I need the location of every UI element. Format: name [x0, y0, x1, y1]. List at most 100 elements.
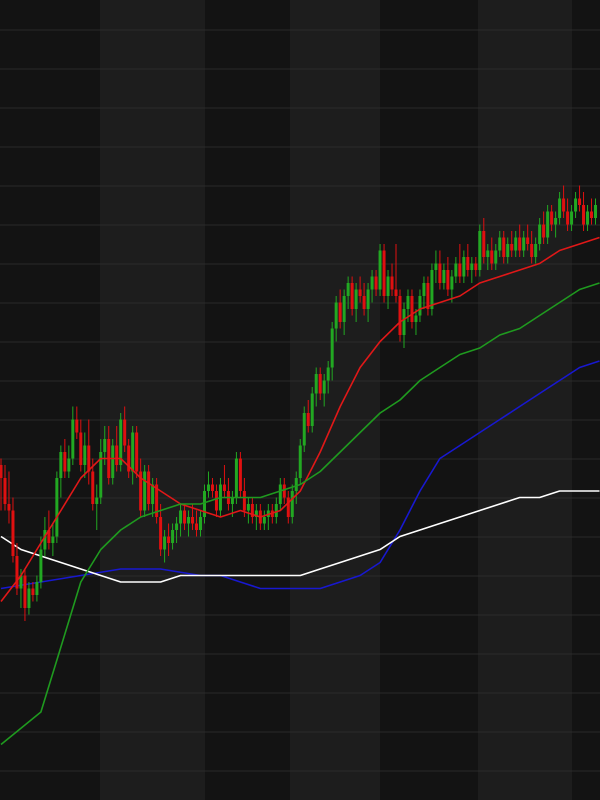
candle-body	[582, 205, 586, 225]
candle-body	[131, 432, 135, 472]
candle	[234, 452, 238, 504]
candle-body	[111, 445, 115, 478]
candle-body	[454, 263, 458, 277]
candle-body	[59, 452, 63, 478]
candle-body	[418, 296, 422, 316]
candle	[382, 244, 386, 303]
candle-body	[526, 237, 530, 244]
candle-body	[163, 536, 167, 550]
candle-body	[318, 374, 322, 394]
candle	[155, 478, 159, 524]
candle-body	[378, 250, 382, 290]
candle-body	[51, 536, 55, 543]
vertical-band	[290, 0, 380, 800]
candle-body	[79, 432, 83, 465]
candle-body	[482, 231, 486, 257]
candle-body	[566, 211, 570, 225]
candle-body	[458, 263, 462, 277]
candle-body	[147, 471, 151, 504]
candle-body	[410, 296, 414, 322]
candle-body	[346, 283, 350, 296]
candle-body	[306, 413, 310, 426]
candle-body	[135, 432, 139, 472]
candle-body	[514, 237, 518, 251]
candle-body	[302, 413, 306, 446]
candle	[143, 465, 147, 517]
candle-body	[462, 257, 466, 277]
candle-body	[390, 276, 394, 290]
candle-body	[210, 484, 214, 491]
candle-body	[103, 439, 107, 452]
candle-body	[71, 419, 75, 459]
candle-body	[486, 250, 490, 257]
candle	[298, 439, 302, 485]
candle-body	[222, 484, 226, 491]
candle-body	[314, 374, 318, 394]
candle-body	[167, 536, 171, 543]
candle-body	[506, 244, 510, 257]
candle-body	[594, 205, 598, 218]
vertical-bands	[0, 0, 600, 800]
candle-body	[542, 224, 546, 238]
candle-body	[123, 419, 127, 446]
candle-body	[522, 237, 526, 251]
candle-body	[322, 380, 326, 394]
candle-body	[274, 504, 278, 517]
candle	[111, 439, 115, 485]
candle-body	[0, 465, 3, 478]
candle-body	[115, 445, 119, 465]
candle	[398, 289, 402, 342]
candle-body	[179, 510, 183, 524]
candle-body	[338, 302, 342, 322]
candle-body	[63, 452, 67, 472]
candle-body	[15, 556, 19, 589]
candle-body	[350, 283, 354, 309]
candle-body	[214, 491, 218, 511]
candle-body	[474, 263, 478, 270]
candle-body	[183, 510, 187, 524]
candle-body	[298, 445, 302, 478]
candle-body	[11, 510, 15, 556]
candle-body	[171, 530, 175, 543]
candle-body	[342, 296, 346, 322]
candle-body	[175, 523, 179, 530]
candle-body	[294, 478, 298, 491]
candle	[310, 387, 314, 433]
candle-body	[159, 517, 163, 550]
candle-body	[574, 198, 578, 212]
candle-body	[39, 549, 43, 582]
candle	[147, 465, 151, 511]
price-chart	[0, 0, 600, 800]
candle-body	[191, 517, 195, 524]
candle-body	[286, 497, 290, 517]
candle-body	[470, 263, 474, 270]
candle-body	[242, 491, 246, 511]
candle-body	[187, 517, 191, 524]
candle-body	[406, 296, 410, 309]
candle-body	[230, 497, 234, 504]
candle-body	[430, 270, 434, 309]
candle-body	[394, 289, 398, 296]
candle	[119, 413, 123, 472]
candle-body	[330, 328, 334, 368]
candle-body	[334, 302, 338, 329]
candle-body	[27, 588, 31, 608]
vertical-band	[100, 0, 205, 800]
candle-body	[326, 367, 330, 381]
candle-body	[414, 315, 418, 322]
candle-body	[490, 250, 494, 264]
candle-body	[422, 283, 426, 296]
candle-body	[442, 270, 446, 283]
candle-body	[83, 445, 87, 465]
candle-body	[202, 491, 206, 517]
candle-body	[358, 289, 362, 296]
candle-body	[498, 237, 502, 251]
candle	[302, 406, 306, 452]
candle-body	[590, 211, 594, 218]
candle-body	[398, 296, 402, 335]
candle-body	[562, 198, 566, 212]
candle-body	[586, 211, 590, 225]
candle-body	[246, 504, 250, 511]
candle-body	[402, 309, 406, 335]
candle-body	[494, 250, 498, 264]
